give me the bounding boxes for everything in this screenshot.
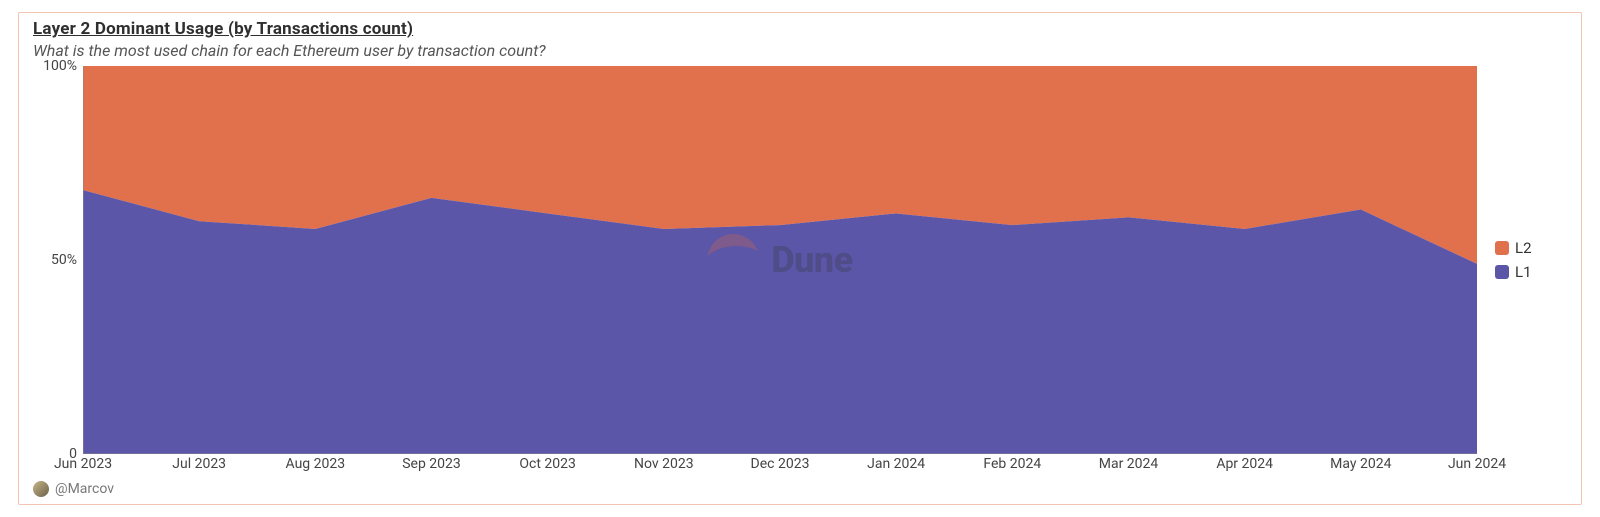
chart-title[interactable]: Layer 2 Dominant Usage (by Transactions … [33, 19, 1567, 39]
x-tick-label: Oct 2023 [519, 456, 576, 472]
legend-label: L2 [1515, 239, 1532, 257]
x-tick-label: Jul 2023 [172, 456, 226, 472]
x-tick-label: May 2024 [1330, 456, 1391, 472]
plot-area: Dune [83, 66, 1477, 454]
y-axis: 050%100% [33, 66, 83, 454]
x-tick-label: Aug 2023 [286, 456, 346, 472]
x-tick-label: Dec 2023 [751, 456, 810, 472]
legend-item[interactable]: L2 [1495, 239, 1567, 257]
x-tick-label: Apr 2024 [1216, 456, 1273, 472]
chart-header: Layer 2 Dominant Usage (by Transactions … [33, 19, 1567, 60]
x-tick-label: Jan 2024 [867, 456, 925, 472]
x-axis-row: Jun 2023 Jul 2023 Aug 2023 Sep 2023 Oct 2023… [33, 454, 1567, 476]
x-axis: Jun 2023Jul 2023Aug 2023Sep 2023Oct 2023… [83, 454, 1477, 476]
legend-swatch-icon [1495, 241, 1509, 255]
legend-label: L1 [1515, 263, 1532, 281]
chart-card: Layer 2 Dominant Usage (by Transactions … [18, 12, 1582, 505]
x-tick-label: Mar 2024 [1099, 456, 1159, 472]
legend: L2L1 [1477, 66, 1567, 454]
chart-subtitle: What is the most used chain for each Eth… [33, 41, 1567, 60]
author-avatar-icon [33, 481, 49, 497]
x-tick-label: Nov 2023 [634, 456, 694, 472]
legend-item[interactable]: L1 [1495, 263, 1567, 281]
x-tick-label: Jun 2024 [1448, 456, 1506, 472]
author-handle[interactable]: @Marcov [55, 481, 114, 497]
area-series-l1 [83, 190, 1477, 454]
chart-body: 050%100% Dune L2L1 [33, 66, 1567, 454]
x-tick-label: Jun 2023 [54, 456, 112, 472]
chart-footer: @Marcov [33, 478, 1567, 500]
x-tick-label: Sep 2023 [402, 456, 461, 472]
x-tick-label: Feb 2024 [983, 456, 1041, 472]
legend-swatch-icon [1495, 265, 1509, 279]
y-tick-label: 100% [43, 58, 77, 74]
area-chart-svg [83, 66, 1477, 454]
y-tick-label: 50% [51, 252, 77, 268]
